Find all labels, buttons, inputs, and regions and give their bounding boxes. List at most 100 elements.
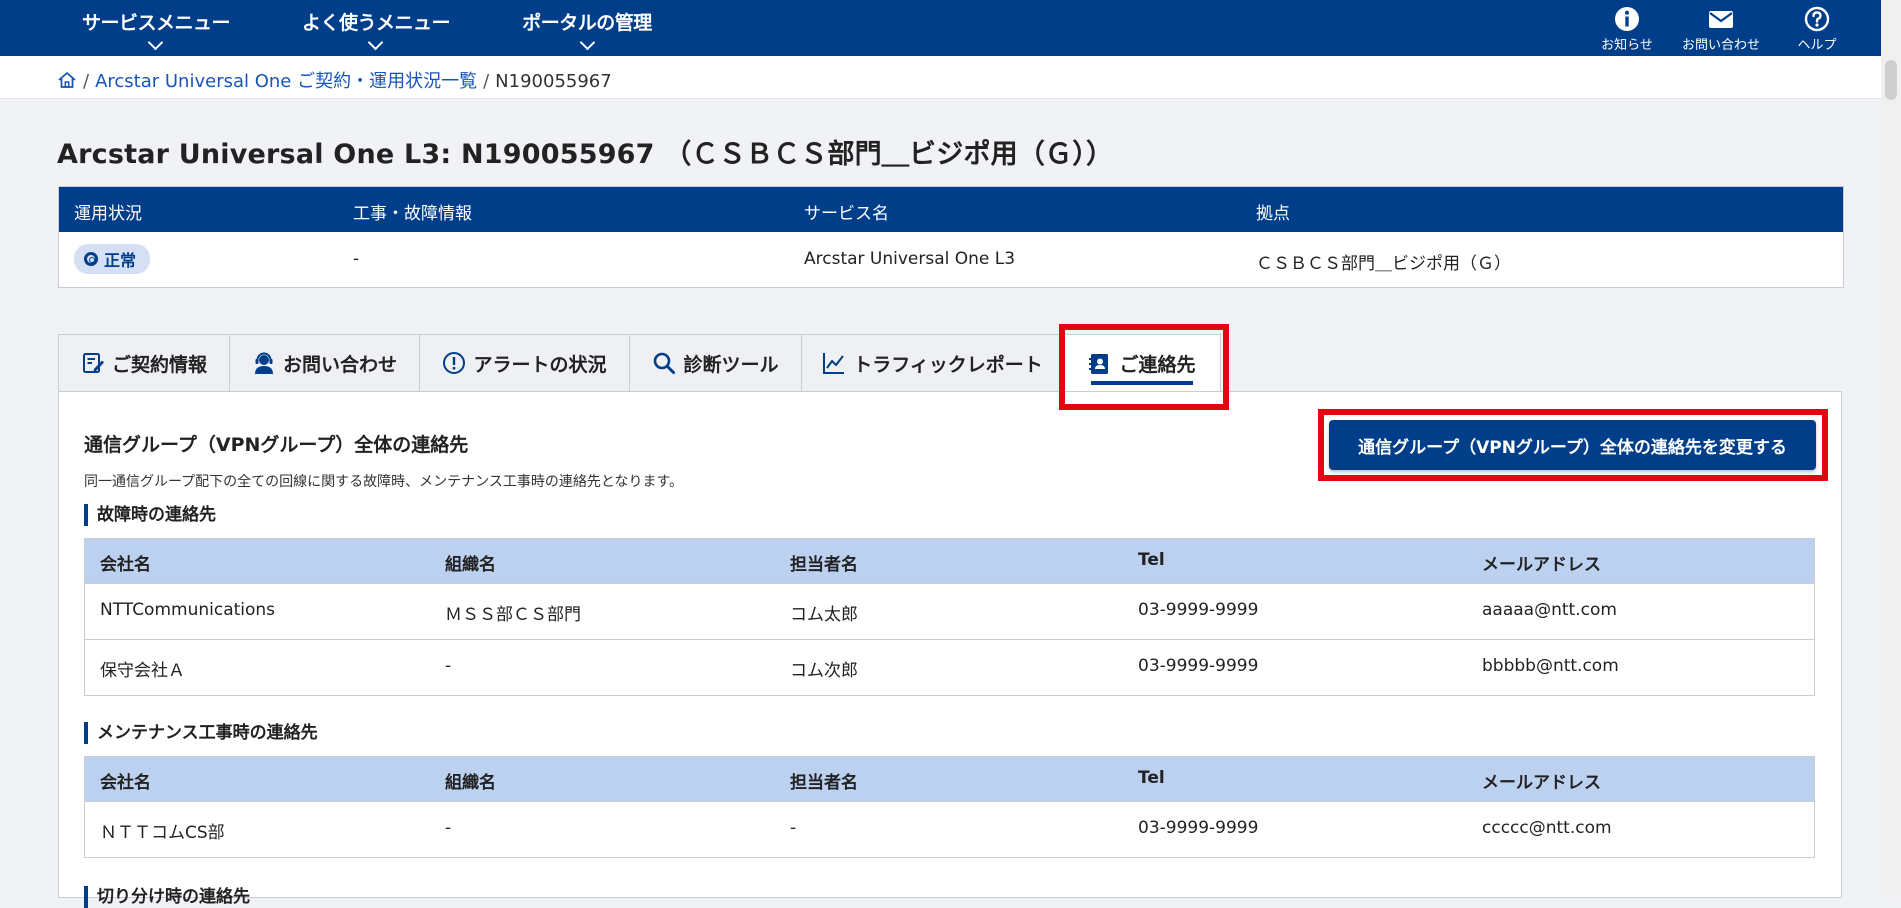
section-title: 通信グループ（VPNグループ）全体の連絡先 bbox=[84, 434, 469, 456]
isolation-contacts-title: 切り分け時の連絡先 bbox=[84, 886, 250, 908]
table-row: ＮＴＴコムCS部 - - 03-9999-9999 ccccc@ntt.com bbox=[85, 801, 1814, 857]
tab-contract-info[interactable]: ご契約情報 bbox=[58, 334, 229, 392]
search-icon bbox=[654, 352, 676, 374]
summary-header-site: 拠点 bbox=[1256, 204, 1290, 224]
summary-header-row: 運用状況 工事・故障情報 サービス名 拠点 bbox=[59, 187, 1843, 232]
person-cell: コム太郎 bbox=[790, 605, 858, 625]
status-cell: 正常 bbox=[74, 244, 151, 274]
breadcrumb-current: N190055967 bbox=[495, 71, 612, 92]
portal-admin-menu-label: ポータルの管理 bbox=[522, 12, 652, 34]
tab-alert-status[interactable]: アラートの状況 bbox=[419, 334, 629, 392]
column-header-email: メールアドレス bbox=[1482, 773, 1601, 793]
chevron-down-icon bbox=[579, 34, 595, 51]
column-header-email: メールアドレス bbox=[1482, 555, 1601, 575]
person-cell: コム次郎 bbox=[790, 661, 858, 681]
page-scrollbar[interactable] bbox=[1881, 0, 1901, 898]
support-person-icon bbox=[254, 352, 273, 374]
email-cell: ccccc@ntt.com bbox=[1482, 818, 1612, 838]
notifications-label: お知らせ bbox=[1601, 38, 1653, 53]
tab-contacts-label: ご連絡先 bbox=[1119, 354, 1196, 376]
company-cell: 保守会社Ａ bbox=[100, 661, 185, 681]
table-header-row: 会社名 組織名 担当者名 Tel メールアドレス bbox=[85, 539, 1814, 583]
tab-diagnostic-tools[interactable]: 診断ツール bbox=[629, 334, 801, 392]
section-description: 同一通信グループ配下の全ての回線に関する故障時、メンテナンス工事時の連絡先となり… bbox=[84, 474, 684, 490]
scrollbar-thumb[interactable] bbox=[1885, 60, 1897, 100]
frequent-menu-label: よく使うメニュー bbox=[302, 12, 451, 34]
tab-diagnostic-tools-label: 診断ツール bbox=[683, 353, 779, 376]
email-cell: aaaaa@ntt.com bbox=[1482, 600, 1617, 620]
tab-traffic-report-label: トラフィックレポート bbox=[853, 353, 1043, 376]
chart-icon bbox=[823, 353, 845, 374]
column-header-person: 担当者名 bbox=[790, 773, 858, 793]
tel-cell: 03-9999-9999 bbox=[1138, 600, 1259, 620]
home-icon[interactable] bbox=[57, 70, 77, 90]
service-name-value: Arcstar Universal One L3 bbox=[804, 249, 1016, 269]
alert-icon bbox=[443, 352, 466, 374]
tab-contract-info-label: ご契約情報 bbox=[111, 353, 207, 376]
table-row: NTTCommunications ＭＳＳ部ＣＳ部門 コム太郎 03-9999-… bbox=[85, 583, 1814, 639]
tab-inquiries[interactable]: お問い合わせ bbox=[229, 334, 419, 392]
page-title: Arcstar Universal One L3: N190055967 （ＣＳ… bbox=[57, 139, 1114, 170]
notifications-link[interactable]: お知らせ bbox=[1582, 6, 1672, 53]
frequent-menu[interactable]: よく使うメニュー bbox=[302, 0, 451, 56]
chevron-down-icon bbox=[147, 34, 163, 51]
maintenance-contacts-table: 会社名 組織名 担当者名 Tel メールアドレス ＮＴＴコムCS部 - - 03… bbox=[84, 756, 1815, 858]
summary-row: 正常 - Arcstar Universal One L3 ＣＳＢＣＳ部門＿ビジ… bbox=[59, 232, 1843, 287]
column-header-tel: Tel bbox=[1138, 550, 1165, 570]
organization-cell: ＭＳＳ部ＣＳ部門 bbox=[445, 605, 581, 625]
status-normal-icon bbox=[84, 252, 98, 266]
service-menu-label: サービスメニュー bbox=[82, 12, 231, 34]
service-menu[interactable]: サービスメニュー bbox=[82, 0, 231, 56]
fault-contacts-table: 会社名 組織名 担当者名 Tel メールアドレス NTTCommunicatio… bbox=[84, 538, 1815, 696]
help-link[interactable]: ヘルプ bbox=[1772, 6, 1862, 53]
tel-cell: 03-9999-9999 bbox=[1138, 818, 1259, 838]
maintenance-contacts-title: メンテナンス工事時の連絡先 bbox=[84, 722, 318, 744]
breadcrumb: / Arcstar Universal One ご契約・運用状況一覧 / N19005… bbox=[57, 67, 612, 93]
organization-cell: - bbox=[445, 656, 452, 676]
contact-us-link[interactable]: お問い合わせ bbox=[1676, 6, 1766, 53]
mail-icon bbox=[1709, 11, 1733, 28]
contact-book-icon bbox=[1089, 353, 1109, 374]
breadcrumb-separator: / bbox=[83, 71, 90, 92]
company-cell: NTTCommunications bbox=[100, 600, 276, 620]
person-cell: - bbox=[790, 818, 797, 838]
tab-alert-status-label: アラートの状況 bbox=[473, 353, 607, 376]
tab-traffic-report[interactable]: トラフィックレポート bbox=[801, 334, 1063, 392]
tel-cell: 03-9999-9999 bbox=[1138, 656, 1259, 676]
portal-admin-menu[interactable]: ポータルの管理 bbox=[520, 0, 654, 56]
contract-icon bbox=[82, 353, 104, 373]
status-badge: 正常 bbox=[74, 244, 151, 274]
chevron-down-icon bbox=[367, 34, 383, 51]
info-icon bbox=[1615, 7, 1639, 31]
breadcrumb-contract-list-link[interactable]: Arcstar Universal One ご契約・運用状況一覧 bbox=[95, 71, 477, 92]
tab-contacts[interactable]: ご連絡先 bbox=[1063, 334, 1221, 392]
column-header-tel: Tel bbox=[1138, 768, 1165, 788]
fault-contacts-title: 故障時の連絡先 bbox=[84, 504, 216, 526]
email-cell: bbbbb@ntt.com bbox=[1482, 656, 1619, 676]
column-header-company: 会社名 bbox=[100, 555, 151, 575]
help-label: ヘルプ bbox=[1797, 38, 1837, 53]
site-value: ＣＳＢＣＳ部門＿ビジポ用（Ｇ） bbox=[1256, 254, 1511, 274]
tab-inquiries-label: お問い合わせ bbox=[282, 353, 397, 376]
summary-header-status: 運用状況 bbox=[74, 204, 142, 224]
service-summary-table: 運用状況 工事・故障情報 サービス名 拠点 正常 - Arcstar Unive… bbox=[58, 186, 1844, 288]
contact-us-label: お問い合わせ bbox=[1681, 38, 1760, 53]
column-header-organization: 組織名 bbox=[445, 773, 496, 793]
summary-header-construction: 工事・故障情報 bbox=[353, 204, 472, 224]
column-header-person: 担当者名 bbox=[790, 555, 858, 575]
breadcrumb-bar: / Arcstar Universal One ご契約・運用状況一覧 / N19005… bbox=[0, 56, 1881, 99]
company-cell: ＮＴＴコムCS部 bbox=[100, 823, 225, 843]
summary-header-service: サービス名 bbox=[804, 204, 889, 224]
active-tab-underline bbox=[1091, 381, 1193, 385]
column-header-company: 会社名 bbox=[100, 773, 151, 793]
organization-cell: - bbox=[445, 818, 452, 838]
help-icon bbox=[1804, 6, 1830, 32]
status-badge-label: 正常 bbox=[104, 251, 137, 270]
column-header-organization: 組織名 bbox=[445, 555, 496, 575]
table-header-row: 会社名 組織名 担当者名 Tel メールアドレス bbox=[85, 757, 1814, 801]
top-navigation-bar: サービスメニュー よく使うメニュー ポータルの管理 お知らせ お問い合わせ ヘル… bbox=[0, 0, 1901, 56]
construction-value: - bbox=[353, 249, 360, 269]
breadcrumb-separator: / bbox=[483, 71, 490, 92]
table-row: 保守会社Ａ - コム次郎 03-9999-9999 bbbbb@ntt.com bbox=[85, 639, 1814, 695]
change-group-contacts-button[interactable]: 通信グループ（VPNグループ）全体の連絡先を変更する bbox=[1329, 420, 1816, 470]
